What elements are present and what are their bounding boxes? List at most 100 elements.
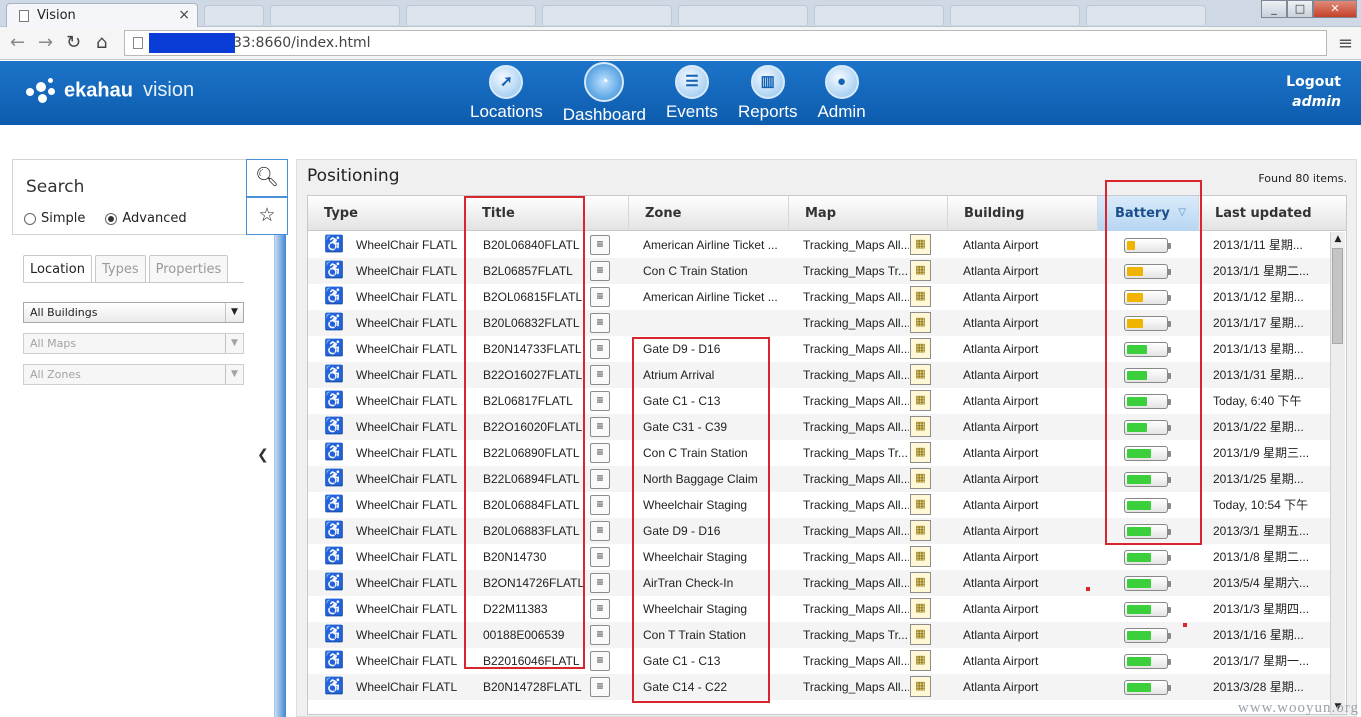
map-view-icon[interactable]: ▦ [910,390,931,411]
reload-icon[interactable]: ↻ [66,32,81,53]
map-view-icon[interactable]: ▦ [910,338,931,359]
table-row[interactable]: ♿ WheelChair FLATL B20N14733FLATL ≡ Gate D9 … [308,336,1332,362]
map-view-icon[interactable]: ▦ [910,312,931,333]
radio-simple-dot[interactable] [24,212,36,225]
radio-advanced-dot[interactable] [105,212,118,225]
map-view-icon[interactable]: ▦ [910,442,931,463]
cell-title[interactable]: B22L06890FLATL [483,440,587,466]
table-row[interactable]: ♿ WheelChair FLATL B20L06840FLATL ≡ American… [308,232,1332,258]
table-row[interactable]: ♿ WheelChair FLATL B2L06817FLATL ≡ Gate C1 -… [308,388,1332,414]
map-view-icon[interactable]: ▦ [910,520,931,541]
cell-title[interactable]: B22O16020FLATL [483,414,587,440]
favorites-button[interactable]: ☆ [246,197,288,235]
map-view-icon[interactable]: ▦ [910,650,931,671]
nav-dashboard[interactable]: ◔ Dashboard [563,62,646,125]
browser-tab-background[interactable] [204,5,264,25]
tab-close-icon[interactable]: × [178,7,190,23]
map-view-icon[interactable]: ▦ [910,416,931,437]
browser-tab-background[interactable] [814,5,944,25]
details-list-icon[interactable]: ≡ [590,391,610,411]
panel-splitter[interactable] [274,235,286,717]
logout-link[interactable]: Logout [1286,72,1341,92]
details-list-icon[interactable]: ≡ [590,287,610,307]
table-row[interactable]: ♿ WheelChair FLATL B22016046FLATL ≡ Gate C1 … [308,648,1332,674]
browser-tab-background[interactable] [270,5,400,25]
table-row[interactable]: ♿ WheelChair FLATL B2OL06815FLATL ≡ American… [308,284,1332,310]
cell-title[interactable]: B20N14733FLATL [483,336,587,362]
cell-title[interactable]: B22O16027FLATL [483,362,587,388]
table-row[interactable]: ♿ WheelChair FLATL B2ON14726FLATL ≡ AirTran … [308,570,1332,596]
details-list-icon[interactable]: ≡ [590,521,610,541]
cell-title[interactable]: D22M11383 [483,596,587,622]
table-row[interactable]: ♿ WheelChair FLATL B22L06890FLATL ≡ Con C Tr… [308,440,1332,466]
nav-reports[interactable]: ▥ Reports [738,64,797,125]
radio-advanced[interactable]: Advanced [105,211,187,226]
details-list-icon[interactable]: ≡ [590,443,610,463]
cell-title[interactable]: B20L06884FLATL [483,492,587,518]
maximize-icon[interactable]: □ [1287,0,1313,18]
collapse-panel-icon[interactable]: ❮ [257,447,269,463]
browser-tab-background[interactable] [542,5,672,25]
details-list-icon[interactable]: ≡ [590,599,610,619]
details-list-icon[interactable]: ≡ [590,469,610,489]
cell-title[interactable]: B20N14728FLATL [483,674,587,700]
cell-title[interactable]: B20N14730 [483,544,587,570]
close-window-icon[interactable]: ✕ [1313,0,1357,18]
map-view-icon[interactable]: ▦ [910,624,931,645]
tab-types[interactable]: Types [94,255,146,282]
details-list-icon[interactable]: ≡ [590,573,610,593]
table-row[interactable]: ♿ WheelChair FLATL B22O16020FLATL ≡ Gate C31… [308,414,1332,440]
cell-title[interactable]: B20L06832FLATL [483,310,587,336]
browser-menu-icon[interactable]: ≡ [1338,33,1353,54]
search-button[interactable]: 🔍︎ [246,159,288,197]
map-view-icon[interactable]: ▦ [910,546,931,567]
details-list-icon[interactable]: ≡ [590,261,610,281]
details-list-icon[interactable]: ≡ [590,677,610,697]
table-row[interactable]: ♿ WheelChair FLATL B20L06832FLATL ≡ Tracking… [308,310,1332,336]
map-view-icon[interactable]: ▦ [910,494,931,515]
column-header-map[interactable]: Map [789,196,948,231]
nav-events[interactable]: ☰ Events [666,64,718,125]
column-header-type[interactable]: Type [308,196,466,231]
details-list-icon[interactable]: ≡ [590,365,610,385]
ekahau-logo[interactable]: ekahau vision [24,76,194,106]
map-view-icon[interactable]: ▦ [910,286,931,307]
table-scrollbar[interactable]: ▲ ▼ [1330,232,1345,714]
details-list-icon[interactable]: ≡ [590,235,610,255]
browser-tab-background[interactable] [950,5,1080,25]
map-view-icon[interactable]: ▦ [910,260,931,281]
browser-tab-background[interactable] [678,5,808,25]
forward-icon[interactable]: → [38,32,53,53]
browser-tab-vision[interactable]: Vision × [6,3,198,27]
table-row[interactable]: ♿ WheelChair FLATL B20L06883FLATL ≡ Gate D9 … [308,518,1332,544]
cell-title[interactable]: B20L06883FLATL [483,518,587,544]
building-select[interactable]: All Buildings ▼ [23,302,244,323]
home-icon[interactable]: ⌂ [96,32,107,53]
radio-simple[interactable]: Simple [24,211,85,226]
table-row[interactable]: ♿ WheelChair FLATL B20N14728FLATL ≡ Gate C14… [308,674,1332,700]
minimize-icon[interactable]: _ [1261,0,1287,18]
details-list-icon[interactable]: ≡ [590,339,610,359]
column-header-battery[interactable]: Battery ▽ [1098,196,1199,231]
nav-locations[interactable]: ➚ Locations [470,64,543,125]
map-view-icon[interactable]: ▦ [910,234,931,255]
table-row[interactable]: ♿ WheelChair FLATL B20N14730 ≡ Wheelchair St… [308,544,1332,570]
table-row[interactable]: ♿ WheelChair FLATL B22O16027FLATL ≡ Atrium A… [308,362,1332,388]
table-row[interactable]: ♿ WheelChair FLATL 00188E006539 ≡ Con T Trai… [308,622,1332,648]
map-view-icon[interactable]: ▦ [910,468,931,489]
tab-location[interactable]: Location [23,255,92,282]
table-row[interactable]: ♿ WheelChair FLATL B20L06884FLATL ≡ Wheelcha… [308,492,1332,518]
details-list-icon[interactable]: ≡ [590,495,610,515]
map-view-icon[interactable]: ▦ [910,598,931,619]
column-header-last-updated[interactable]: Last updated [1199,196,1346,231]
url-input[interactable]: 33:8660/index.html [124,30,1327,56]
details-list-icon[interactable]: ≡ [590,651,610,671]
table-row[interactable]: ♿ WheelChair FLATL B22L06894FLATL ≡ North Ba… [308,466,1332,492]
cell-title[interactable]: B2ON14726FLATL [483,570,587,596]
browser-tab-background[interactable] [1086,5,1206,25]
back-icon[interactable]: ← [10,32,25,53]
map-view-icon[interactable]: ▦ [910,364,931,385]
nav-admin[interactable]: ● Admin [817,64,866,125]
scroll-up-icon[interactable]: ▲ [1331,232,1345,246]
browser-tab-background[interactable] [406,5,536,25]
